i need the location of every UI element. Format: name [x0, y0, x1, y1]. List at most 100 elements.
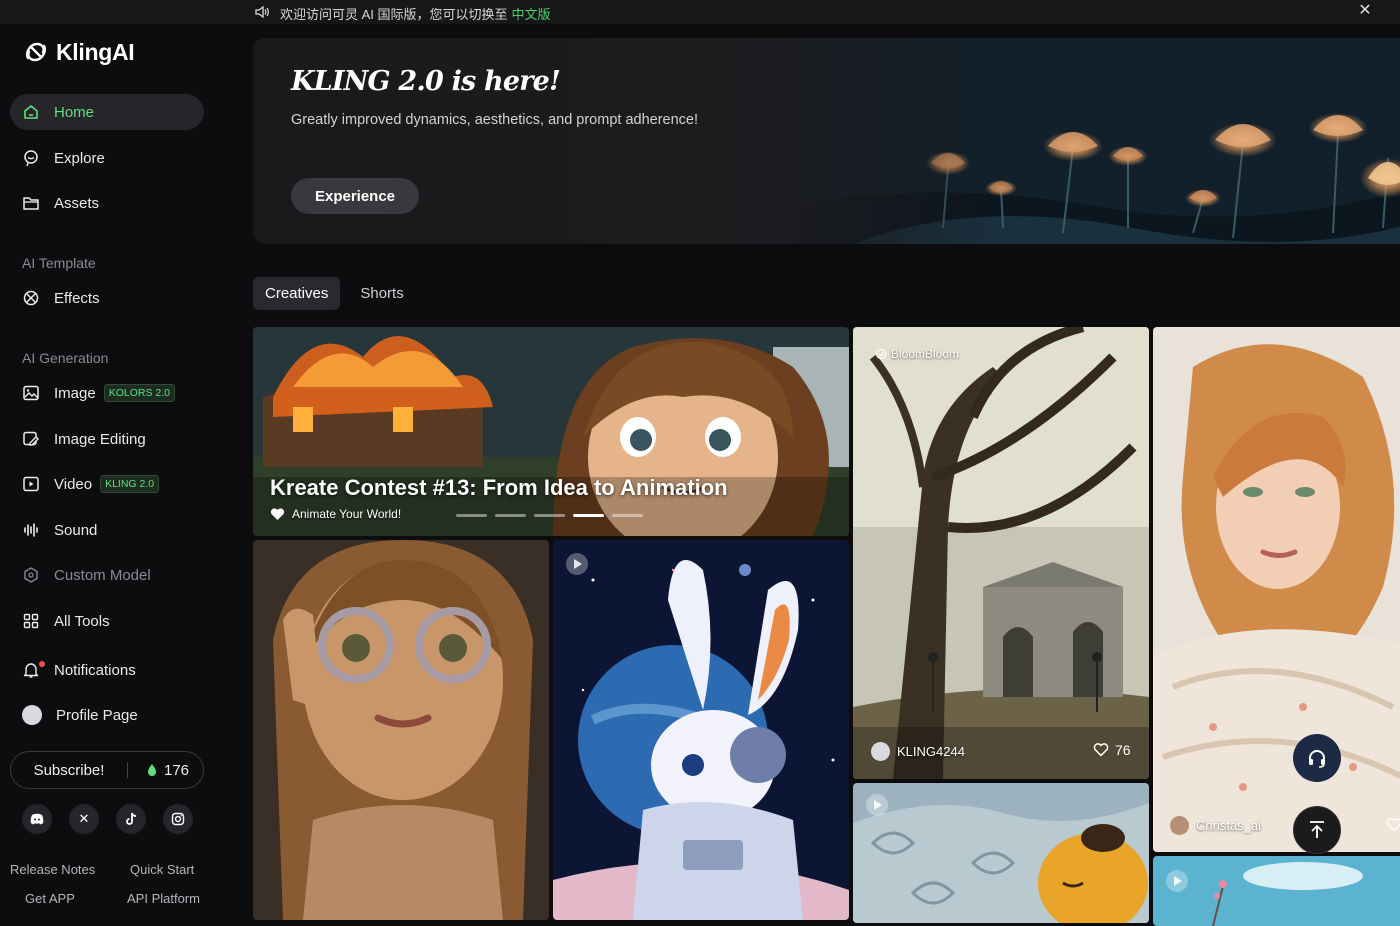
card-author[interactable]: KLING4244: [871, 742, 965, 761]
explore-icon: [24, 150, 38, 167]
sidebar-item-sound[interactable]: Sound: [10, 512, 204, 548]
tab-shorts[interactable]: Shorts: [348, 277, 415, 310]
brand-name: KlingAI: [56, 38, 135, 65]
contest-subtitle-text: Animate Your World!: [292, 507, 402, 521]
anime-girl-fire-image: [253, 327, 849, 536]
sidebar-item-image-editing[interactable]: Image Editing: [10, 421, 204, 457]
carousel-dot[interactable]: [456, 514, 487, 517]
sidebar-item-label: Home: [54, 103, 95, 121]
sidebar-item-label: Custom Model: [54, 566, 151, 584]
sound-wave-icon: [24, 523, 38, 537]
creator-tag: BloomBloom: [875, 347, 959, 361]
sidebar-item-label: All Tools: [54, 612, 110, 630]
sky-flower-image: [1153, 856, 1400, 926]
sidebar-item-notifications[interactable]: Notifications: [10, 652, 204, 688]
author-avatar: [871, 742, 890, 761]
sidebar-item-all-tools[interactable]: All Tools: [10, 603, 204, 639]
sidebar-item-label: Profile Page: [56, 706, 138, 724]
crochet-doll-image: [253, 540, 549, 920]
animal-blanket-image: [853, 783, 1149, 923]
switch-language-link[interactable]: 中文版: [512, 7, 551, 22]
heart-outline-icon[interactable]: [1386, 818, 1400, 832]
heart-outline-icon: [1093, 743, 1109, 757]
image-edit-icon: [23, 431, 39, 446]
support-button[interactable]: [1293, 734, 1341, 782]
sidebar-item-label: Assets: [54, 194, 100, 212]
sky-flower-card[interactable]: [1153, 856, 1400, 926]
sidebar-item-effects[interactable]: Effects: [10, 280, 204, 316]
sidebar-item-assets[interactable]: Assets: [10, 185, 204, 221]
social-links: ✕: [22, 804, 193, 834]
sidebar-item-custom-model[interactable]: Custom Model: [10, 557, 204, 593]
kling-badge: KLING 2.0: [100, 475, 160, 493]
quick-start-link[interactable]: Quick Start: [130, 862, 194, 877]
sidebar-item-profile[interactable]: Profile Page: [10, 697, 204, 733]
sidebar-item-label: Sound: [54, 521, 98, 539]
video-play-icon[interactable]: [866, 794, 888, 816]
announcement-text: 欢迎访问可灵 AI 国际版，您可以切换至 中文版: [280, 4, 551, 23]
arrow-up-icon: [1310, 821, 1324, 838]
avatar: [22, 705, 42, 725]
heart-icon: [270, 507, 285, 520]
sidebar: KlingAI Home Explore Assets AI Template …: [0, 24, 232, 911]
sidebar-item-label: Video: [54, 475, 93, 493]
release-notes-link[interactable]: Release Notes: [10, 862, 95, 877]
credits-value: 176: [164, 761, 190, 779]
grid-icon: [23, 613, 39, 629]
card-author[interactable]: Christas_ai: [1170, 816, 1261, 835]
carousel-dot[interactable]: [534, 514, 565, 517]
x-icon[interactable]: ✕: [69, 804, 99, 834]
carousel-indicators[interactable]: [456, 514, 643, 517]
back-to-top-button[interactable]: [1293, 806, 1341, 854]
tiktok-icon[interactable]: [116, 804, 146, 834]
redhead-portrait-image: [1153, 327, 1400, 852]
notification-dot: [39, 661, 45, 667]
carousel-dot[interactable]: [495, 514, 526, 517]
feed-tabs: Creatives Shorts: [253, 277, 416, 310]
sidebar-item-home[interactable]: Home: [10, 94, 204, 130]
tag-icon: [875, 348, 887, 360]
subscribe-pill: Subscribe! 176: [10, 751, 204, 789]
promo-banner[interactable]: KLING 2.0 is here! Greatly improved dyna…: [253, 38, 1400, 244]
astronaut-bunny-card[interactable]: [553, 540, 849, 920]
like-count: 76: [1115, 742, 1131, 758]
banner-subtitle: Greatly improved dynamics, aesthetics, a…: [291, 112, 699, 128]
api-platform-link[interactable]: API Platform: [127, 891, 200, 906]
forest-ruins-card[interactable]: BloomBloom KLING4244 76: [853, 327, 1149, 779]
forest-ruins-image: [853, 327, 1149, 779]
sidebar-item-image[interactable]: Image KOLORS 2.0: [10, 375, 204, 411]
sidebar-item-label: Explore: [54, 149, 105, 167]
banner-title: KLING 2.0 is here!: [291, 66, 561, 97]
announcement-message: 欢迎访问可灵 AI 国际版，您可以切换至: [280, 7, 508, 22]
credits-counter[interactable]: 176: [128, 762, 189, 779]
subscribe-button[interactable]: Subscribe!: [11, 762, 127, 779]
video-play-icon[interactable]: [1166, 870, 1188, 892]
video-play-icon[interactable]: [566, 553, 588, 575]
tab-creatives[interactable]: Creatives: [253, 277, 341, 310]
sidebar-item-explore[interactable]: Explore: [10, 140, 204, 176]
cube-icon: [24, 567, 38, 583]
get-app-link[interactable]: Get APP: [25, 891, 75, 906]
portrait-card[interactable]: Christas_ai: [1153, 327, 1400, 852]
sidebar-item-label: Image: [54, 384, 96, 402]
logo[interactable]: KlingAI: [22, 38, 135, 66]
image-icon: [23, 385, 39, 401]
credit-drop-icon: [148, 764, 156, 776]
like-counter[interactable]: 76: [1093, 742, 1131, 758]
carousel-dot[interactable]: [612, 514, 643, 517]
contest-banner-card[interactable]: Kreate Contest #13: From Idea to Animati…: [253, 327, 849, 536]
discord-icon[interactable]: [22, 804, 52, 834]
author-name: Christas_ai: [1196, 818, 1262, 833]
experience-button[interactable]: Experience: [291, 178, 419, 214]
crochet-doll-card[interactable]: [253, 540, 549, 920]
section-label-ai-generation: AI Generation: [22, 350, 109, 366]
section-label-ai-template: AI Template: [22, 255, 96, 271]
home-icon: [24, 105, 38, 119]
announcement-bar: 欢迎访问可灵 AI 国际版，您可以切换至 中文版 ✕: [0, 0, 1400, 24]
animal-blanket-card[interactable]: [853, 783, 1149, 923]
instagram-icon[interactable]: [163, 804, 193, 834]
carousel-dot[interactable]: [573, 514, 604, 517]
sidebar-item-video[interactable]: Video KLING 2.0: [10, 466, 204, 502]
kling-logo-icon: [25, 42, 47, 62]
close-icon[interactable]: ✕: [1356, 2, 1374, 20]
